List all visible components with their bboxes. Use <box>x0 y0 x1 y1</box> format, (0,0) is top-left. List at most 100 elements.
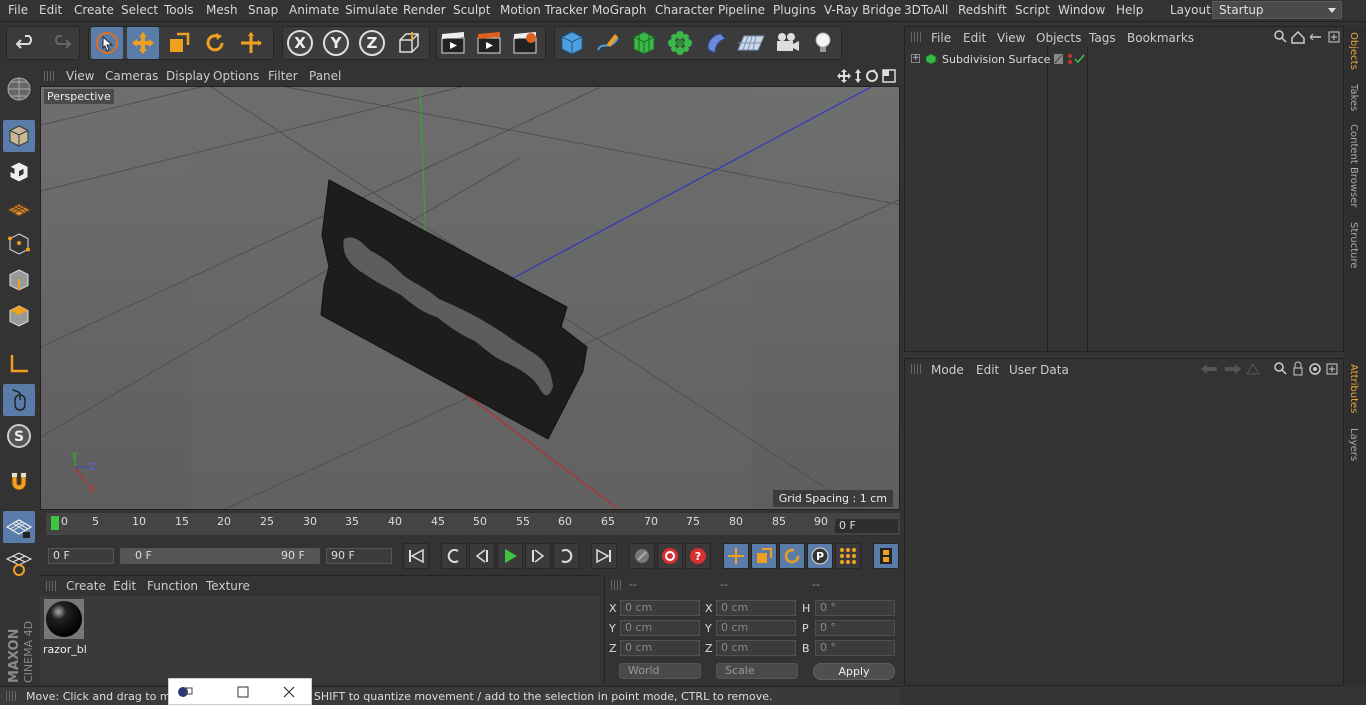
menu-motion-tracker[interactable]: Motion Tracker <box>500 3 588 17</box>
layout-select[interactable]: Startup <box>1212 1 1342 19</box>
live-selection-button[interactable] <box>91 27 123 59</box>
tab-content-browser[interactable]: Content Browser <box>1348 124 1359 207</box>
timeline-ruler[interactable]: 0 5 10 15 20 25 30 35 40 45 50 55 60 65 … <box>46 513 900 535</box>
model-mode-button[interactable] <box>3 120 35 152</box>
array-mograph-button[interactable] <box>664 27 696 59</box>
object-menu-tags[interactable]: Tags <box>1089 31 1116 45</box>
visibility-toggle-icons[interactable] <box>1053 53 1085 65</box>
object-manager-tools[interactable] <box>1273 29 1341 45</box>
playhead-marker[interactable] <box>51 516 59 530</box>
menu-script[interactable]: Script <box>1015 3 1050 17</box>
attribute-menu-user-data[interactable]: User Data <box>1009 363 1069 377</box>
rot-h-field[interactable]: 0 ° <box>815 600 895 616</box>
play-button[interactable] <box>497 543 523 569</box>
tab-takes[interactable]: Takes <box>1348 84 1359 111</box>
pen-spline-button[interactable] <box>592 27 624 59</box>
menu-character[interactable]: Character <box>655 3 714 17</box>
material-manager-area[interactable]: razor_bl <box>40 596 600 684</box>
go-to-start-button[interactable] <box>403 543 429 569</box>
deformer-button[interactable] <box>700 27 732 59</box>
tweak-mode-button[interactable] <box>3 384 35 416</box>
rotate-tool-button[interactable] <box>199 27 231 59</box>
go-to-end-button[interactable] <box>591 543 617 569</box>
frame-range-slider[interactable]: 0 F 90 F <box>120 548 320 564</box>
panel-grip-icon[interactable] <box>911 364 921 374</box>
menu-edit[interactable]: Edit <box>39 3 62 17</box>
subdivision-surface-button[interactable] <box>628 27 660 59</box>
viewport-menu-options[interactable]: Options <box>213 69 259 83</box>
axis-mode-button[interactable] <box>3 348 35 380</box>
menu-snap[interactable]: Snap <box>248 3 278 17</box>
object-menu-file[interactable]: File <box>931 31 951 45</box>
pos-y-field[interactable]: 0 cm <box>620 620 700 636</box>
tab-attributes[interactable]: Attributes <box>1348 364 1359 413</box>
z-axis-lock-button[interactable]: Z <box>356 27 388 59</box>
menu-plugins[interactable]: Plugins <box>773 3 816 17</box>
menu-select[interactable]: Select <box>121 3 158 17</box>
viewport-menu-panel[interactable]: Panel <box>309 69 341 83</box>
menu-animate[interactable]: Animate <box>289 3 339 17</box>
size-x-field[interactable]: 0 cm <box>716 600 796 616</box>
previous-frame-button[interactable] <box>469 543 495 569</box>
move-tool-button[interactable] <box>127 27 159 59</box>
viewport-nav-icons[interactable] <box>836 68 898 84</box>
menu-redshift[interactable]: Redshift <box>958 3 1007 17</box>
menu-create[interactable]: Create <box>74 3 114 17</box>
undo-button[interactable] <box>10 27 42 59</box>
menu-render[interactable]: Render <box>403 3 446 17</box>
render-settings-button[interactable] <box>509 27 541 59</box>
object-menu-objects[interactable]: Objects <box>1036 31 1081 45</box>
transform-tool-button[interactable] <box>235 27 267 59</box>
object-menu-bookmarks[interactable]: Bookmarks <box>1127 31 1194 45</box>
workplane-mode-button[interactable] <box>3 192 35 224</box>
edges-mode-button[interactable] <box>3 264 35 296</box>
panel-grip-icon[interactable] <box>911 32 921 42</box>
object-menu-edit[interactable]: Edit <box>963 31 986 45</box>
menu-sculpt[interactable]: Sculpt <box>453 3 490 17</box>
object-name[interactable]: Subdivision Surface <box>942 53 1050 66</box>
end-frame-field[interactable]: 90 F <box>326 548 392 564</box>
tab-structure[interactable]: Structure <box>1348 222 1359 269</box>
workplane-lock-button[interactable] <box>3 511 35 543</box>
snap-toggle-button[interactable]: S <box>3 420 35 452</box>
cube-button[interactable] <box>556 27 588 59</box>
material-menu-function[interactable]: Function <box>147 579 198 593</box>
render-view-button[interactable] <box>437 27 469 59</box>
minimized-window-stub[interactable] <box>168 678 312 705</box>
material-menu-create[interactable]: Create <box>66 579 106 593</box>
points-mode-button[interactable] <box>3 228 35 260</box>
make-editable-button[interactable] <box>3 73 35 105</box>
next-frame-button[interactable] <box>525 543 551 569</box>
menu-help[interactable]: Help <box>1116 3 1143 17</box>
y-axis-lock-button[interactable]: Y <box>320 27 352 59</box>
pos-x-field[interactable]: 0 cm <box>620 600 700 616</box>
expand-icon[interactable]: + <box>911 54 920 63</box>
menu-mograph[interactable]: MoGraph <box>592 3 647 17</box>
menu-file[interactable]: File <box>8 3 28 17</box>
pos-z-field[interactable]: 0 cm <box>620 640 700 656</box>
menu-tools[interactable]: Tools <box>164 3 194 17</box>
current-frame-field[interactable]: 0 F <box>834 518 899 534</box>
menu-vray-bridge[interactable]: V-Ray Bridge <box>824 3 901 17</box>
menu-simulate[interactable]: Simulate <box>345 3 398 17</box>
menu-mesh[interactable]: Mesh <box>206 3 238 17</box>
rot-b-field[interactable]: 0 ° <box>815 640 895 656</box>
material-item[interactable]: razor_bl <box>43 598 87 656</box>
menu-3dtoall[interactable]: 3DToAll <box>904 3 948 17</box>
position-key-button[interactable] <box>723 543 749 569</box>
autokeying-button[interactable] <box>657 543 683 569</box>
render-picture-viewer-button[interactable] <box>473 27 505 59</box>
camera-button[interactable] <box>771 27 803 59</box>
menu-pipeline[interactable]: Pipeline <box>718 3 765 17</box>
size-y-field[interactable]: 0 cm <box>716 620 796 636</box>
tab-layers[interactable]: Layers <box>1348 428 1359 461</box>
material-menu-edit[interactable]: Edit <box>113 579 136 593</box>
polygons-mode-button[interactable] <box>3 300 35 332</box>
record-keys-button[interactable] <box>629 543 655 569</box>
maximize-icon[interactable] <box>237 686 249 698</box>
perspective-viewport[interactable]: Y Z X Perspective Grid Spacing : 1 cm <box>40 86 900 510</box>
point-level-key-button[interactable] <box>835 543 861 569</box>
attribute-manager-tools[interactable] <box>1199 361 1343 377</box>
viewport-menu-display[interactable]: Display <box>166 69 210 83</box>
coordinate-system-button[interactable] <box>393 27 425 59</box>
